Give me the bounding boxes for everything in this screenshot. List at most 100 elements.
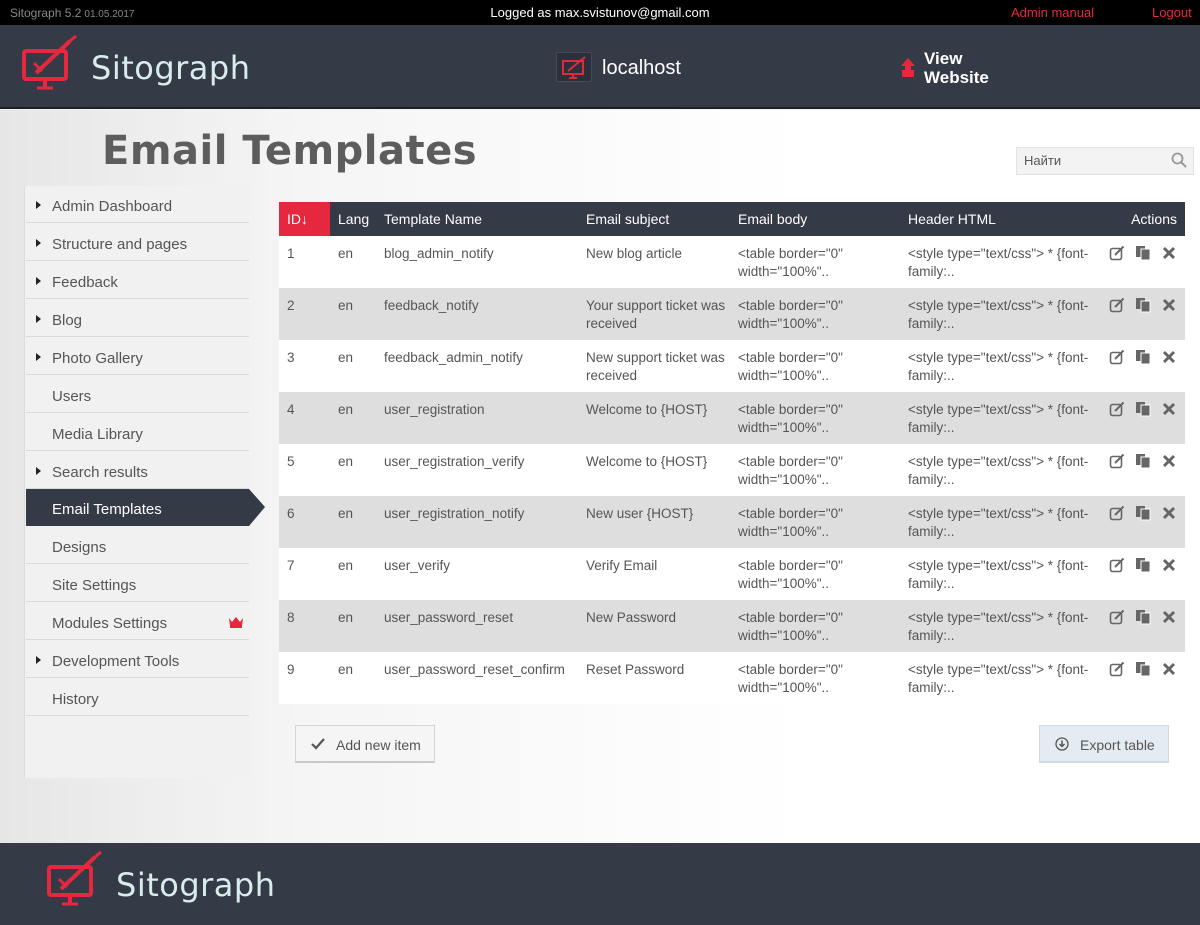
sidebar-item-feedback[interactable]: Feedback <box>26 262 249 299</box>
copy-icon[interactable] <box>1135 557 1151 573</box>
column-header-email-body[interactable]: Email body <box>730 202 900 236</box>
delete-icon[interactable] <box>1161 401 1177 417</box>
sidebar-item-users[interactable]: Users <box>26 376 249 413</box>
footer-logo-icon[interactable] <box>45 851 105 907</box>
search-box <box>1016 147 1194 175</box>
edit-icon[interactable] <box>1109 661 1125 677</box>
delete-icon[interactable] <box>1161 453 1177 469</box>
delete-icon[interactable] <box>1161 297 1177 313</box>
cell-header-html: <style type="text/css"> * {font-family:.… <box>900 548 1090 600</box>
copy-icon[interactable] <box>1135 349 1151 365</box>
host-name[interactable]: localhost <box>602 57 681 80</box>
cell-lang: en <box>330 340 376 392</box>
sidebar-item-structure-and-pages[interactable]: Structure and pages <box>26 224 249 261</box>
download-icon <box>1055 737 1069 751</box>
edit-icon[interactable] <box>1109 297 1125 313</box>
cell-actions <box>1090 236 1185 288</box>
export-table-button[interactable]: Export table <box>1039 725 1169 763</box>
expand-arrow-icon <box>36 239 41 247</box>
copy-icon[interactable] <box>1135 453 1151 469</box>
sidebar-item-history[interactable]: History <box>26 679 249 716</box>
edit-icon[interactable] <box>1109 401 1125 417</box>
sidebar-item-search-results[interactable]: Search results <box>26 452 249 489</box>
column-header-header-html[interactable]: Header HTML <box>900 202 1090 236</box>
view-website-icon[interactable] <box>900 58 916 78</box>
sidebar-item-photo-gallery[interactable]: Photo Gallery <box>26 338 249 375</box>
column-header-email-subject[interactable]: Email subject <box>578 202 730 236</box>
copy-icon[interactable] <box>1135 297 1151 313</box>
cell-id: 1 <box>279 236 330 288</box>
templates-table-wrapper: ID↓ Lang Template Name Email subject Ema… <box>279 202 1185 704</box>
copy-icon[interactable] <box>1135 401 1151 417</box>
copy-icon[interactable] <box>1135 609 1151 625</box>
column-header-template-name[interactable]: Template Name <box>376 202 578 236</box>
table-row[interactable]: 5 en user_registration_verify Welcome to {H… <box>279 444 1185 496</box>
table-row[interactable]: 7 en user_verify Verify Email <table border=… <box>279 548 1185 600</box>
cell-id: 7 <box>279 548 330 600</box>
copy-icon[interactable] <box>1135 661 1151 677</box>
view-website-link[interactable]: View Website <box>924 49 1004 87</box>
sidebar-item-admin-dashboard[interactable]: Admin Dashboard <box>26 186 249 223</box>
cell-actions <box>1090 496 1185 548</box>
table-row[interactable]: 9 en user_password_reset_confirm Reset Pass… <box>279 652 1185 704</box>
footer-brand-name[interactable]: Sitograph <box>116 866 276 904</box>
edit-icon[interactable] <box>1109 557 1125 573</box>
cell-template-name: user_password_reset_confirm <box>376 652 578 704</box>
search-input[interactable] <box>1024 153 1169 168</box>
cell-id: 2 <box>279 288 330 340</box>
sidebar-item-site-settings[interactable]: Site Settings <box>26 565 249 602</box>
sidebar-item-development-tools[interactable]: Development Tools <box>26 641 249 678</box>
sidebar-item-label: Modules Settings <box>52 615 168 632</box>
delete-icon[interactable] <box>1161 609 1177 625</box>
cell-header-html: <style type="text/css"> * {font-family:.… <box>900 288 1090 340</box>
table-row[interactable]: 2 en feedback_notify Your support ticket wa… <box>279 288 1185 340</box>
table-row[interactable]: 1 en blog_admin_notify New blog article <tab… <box>279 236 1185 288</box>
table-row[interactable]: 3 en feedback_admin_notify New support tick… <box>279 340 1185 392</box>
cell-email-body: <table border="0" width="100%".. <box>730 444 900 496</box>
cell-template-name: user_verify <box>376 548 578 600</box>
add-new-item-button[interactable]: Add new item <box>295 725 435 763</box>
sidebar: Admin Dashboard Structure and pages Feed… <box>24 186 265 778</box>
cell-lang: en <box>330 600 376 652</box>
column-header-lang[interactable]: Lang <box>330 202 376 236</box>
sidebar-item-label: Email Templates <box>52 501 162 518</box>
delete-icon[interactable] <box>1161 661 1177 677</box>
search-icon[interactable] <box>1171 152 1187 168</box>
cell-lang: en <box>330 236 376 288</box>
cell-lang: en <box>330 444 376 496</box>
logo-icon[interactable] <box>20 35 80 91</box>
delete-icon[interactable] <box>1161 349 1177 365</box>
table-row[interactable]: 4 en user_registration Welcome to {HOST} <ta… <box>279 392 1185 444</box>
brand-name[interactable]: Sitograph <box>91 49 251 87</box>
delete-icon[interactable] <box>1161 505 1177 521</box>
cell-email-body: <table border="0" width="100%".. <box>730 496 900 548</box>
sidebar-item-email-templates[interactable]: Email Templates <box>26 489 265 526</box>
cell-email-subject: New Password <box>578 600 730 652</box>
copy-icon[interactable] <box>1135 505 1151 521</box>
host-monitor-icon[interactable] <box>556 52 592 82</box>
cell-header-html: <style type="text/css"> * {font-family:.… <box>900 496 1090 548</box>
cell-template-name: feedback_admin_notify <box>376 340 578 392</box>
edit-icon[interactable] <box>1109 609 1125 625</box>
table-row[interactable]: 8 en user_password_reset New Password <table… <box>279 600 1185 652</box>
sidebar-item-blog[interactable]: Blog <box>26 300 249 337</box>
edit-icon[interactable] <box>1109 453 1125 469</box>
cell-email-subject: Your support ticket was received <box>578 288 730 340</box>
table-row[interactable]: 6 en user_registration_notify New user {HOS… <box>279 496 1185 548</box>
column-header-id[interactable]: ID↓ <box>279 202 330 236</box>
edit-icon[interactable] <box>1109 245 1125 261</box>
expand-arrow-icon <box>36 656 41 664</box>
edit-icon[interactable] <box>1109 505 1125 521</box>
logout-link[interactable]: Logout <box>1152 5 1192 20</box>
cell-email-body: <table border="0" width="100%".. <box>730 392 900 444</box>
admin-manual-link[interactable]: Admin manual <box>1011 5 1094 20</box>
sidebar-item-designs[interactable]: Designs <box>26 527 249 564</box>
edit-icon[interactable] <box>1109 349 1125 365</box>
delete-icon[interactable] <box>1161 557 1177 573</box>
sidebar-item-label: Development Tools <box>52 653 180 670</box>
cell-email-subject: Reset Password <box>578 652 730 704</box>
sidebar-item-modules-settings[interactable]: Modules Settings <box>26 603 249 640</box>
delete-icon[interactable] <box>1161 245 1177 261</box>
copy-icon[interactable] <box>1135 245 1151 261</box>
sidebar-item-media-library[interactable]: Media Library <box>26 414 249 451</box>
